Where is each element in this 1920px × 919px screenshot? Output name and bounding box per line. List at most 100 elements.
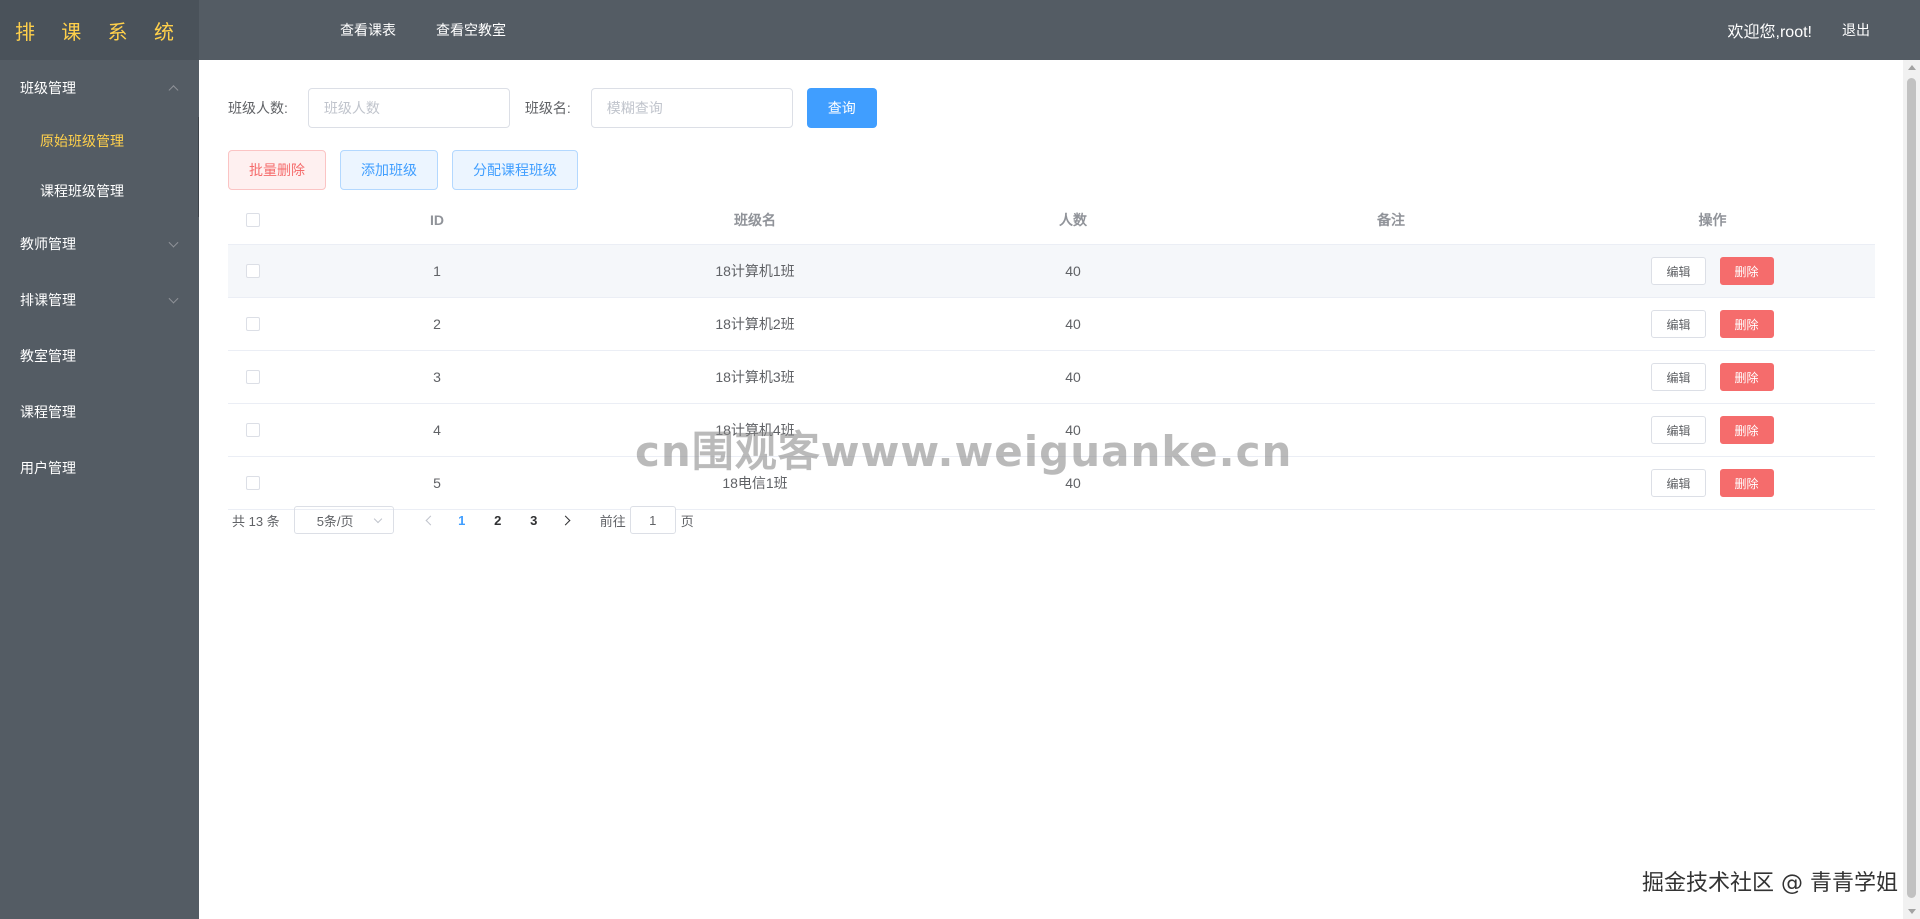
goto-suffix: 页 xyxy=(680,513,694,529)
chevron-down-icon xyxy=(168,293,179,304)
edit-button[interactable]: 编辑 xyxy=(1651,310,1706,338)
cell-count: 40 xyxy=(1065,369,1081,385)
edit-button[interactable]: 编辑 xyxy=(1651,416,1706,444)
user-area: 欢迎您,root! 退出 xyxy=(1728,0,1870,60)
welcome-text: 欢迎您,root! xyxy=(1727,24,1812,41)
class-name-input[interactable] xyxy=(590,88,793,128)
pagination: 共 13 条 5条/页 1 2 3 前往 页 xyxy=(232,506,694,534)
sidebar-item-scheduling-management[interactable]: 排课管理 xyxy=(0,272,199,328)
header-class-name: 班级名 xyxy=(734,212,776,228)
sidebar-item-user-management[interactable]: 用户管理 xyxy=(0,440,199,496)
sidebar-item-label: 班级管理 xyxy=(20,80,76,96)
cell-class-name: 18计算机4班 xyxy=(715,422,795,438)
header-count: 人数 xyxy=(1059,212,1087,228)
add-class-button[interactable]: 添加班级 xyxy=(340,150,438,190)
nav-view-schedule[interactable]: 查看课表 xyxy=(340,20,396,40)
delete-button[interactable]: 删除 xyxy=(1719,257,1774,285)
goto-page-input[interactable] xyxy=(629,506,676,534)
cell-operation: 编辑 删除 xyxy=(1550,310,1875,338)
select-all-checkbox[interactable] xyxy=(246,213,260,227)
goto-prefix: 前往 xyxy=(599,513,626,529)
table-row: 3 18计算机3班 40 编辑 删除 xyxy=(228,351,1875,404)
row-select-cell xyxy=(228,264,278,278)
sidebar-item-label: 教室管理 xyxy=(20,348,76,364)
cell-id: 3 xyxy=(433,369,441,385)
class-table: ID 班级名 人数 备注 操作 1 18计算机1班 40 编辑 删除 2 18计… xyxy=(228,196,1875,510)
sidebar-item-label: 排课管理 xyxy=(20,292,76,308)
sidebar-item-label: 课程管理 xyxy=(20,404,76,420)
sidebar-subitem-label: 课程班级管理 xyxy=(40,183,124,199)
sidebar-item-course-management[interactable]: 课程管理 xyxy=(0,384,199,440)
cell-count: 40 xyxy=(1065,475,1081,491)
cell-id: 1 xyxy=(433,263,441,279)
sidebar-subitem-label: 原始班级管理 xyxy=(40,133,124,149)
table-row: 4 18计算机4班 40 编辑 删除 xyxy=(228,404,1875,457)
edit-button[interactable]: 编辑 xyxy=(1651,363,1706,391)
query-button[interactable]: 查询 xyxy=(806,88,877,128)
cell-operation: 编辑 删除 xyxy=(1550,469,1875,497)
cell-class-name: 18电信1班 xyxy=(722,475,788,491)
row-checkbox[interactable] xyxy=(246,423,260,437)
top-nav: 查看课表 查看空教室 xyxy=(340,0,546,60)
table-header: ID 班级名 人数 备注 操作 xyxy=(228,196,1875,245)
prev-page-button[interactable] xyxy=(414,506,444,534)
cell-count: 40 xyxy=(1065,316,1081,332)
assign-course-class-button[interactable]: 分配课程班级 xyxy=(452,150,578,190)
cell-id: 5 xyxy=(433,475,441,491)
nav-view-empty-classroom[interactable]: 查看空教室 xyxy=(436,20,506,40)
next-page-button[interactable] xyxy=(552,506,582,534)
scroll-up-arrow-icon[interactable] xyxy=(1908,65,1916,70)
row-checkbox[interactable] xyxy=(246,317,260,331)
cell-operation: 编辑 删除 xyxy=(1550,257,1875,285)
page-size-value: 5条/页 xyxy=(316,513,354,529)
app-logo-text: 排 课 系 统 xyxy=(14,19,185,44)
page-number-2[interactable]: 2 xyxy=(480,506,516,534)
cell-class-name: 18计算机2班 xyxy=(715,316,795,332)
chevron-down-icon xyxy=(168,237,179,248)
sidebar-item-classroom-management[interactable]: 教室管理 xyxy=(0,328,199,384)
sidebar-subitem-original-class[interactable]: 原始班级管理 xyxy=(0,116,199,166)
edit-button[interactable]: 编辑 xyxy=(1651,257,1706,285)
sidebar-item-class-management[interactable]: 班级管理 xyxy=(0,60,199,116)
app-logo: 排 课 系 统 xyxy=(0,0,199,60)
scrollbar-thumb[interactable] xyxy=(1907,78,1916,898)
cell-class-name: 18计算机1班 xyxy=(715,263,795,279)
row-checkbox[interactable] xyxy=(246,476,260,490)
top-navbar: 排 课 系 统 查看课表 查看空教室 欢迎您,root! 退出 xyxy=(0,0,1920,60)
page-jumper: 前往 页 xyxy=(600,506,694,534)
action-toolbar: 批量删除 添加班级 分配课程班级 xyxy=(228,150,592,190)
cell-id: 2 xyxy=(433,316,441,332)
row-select-cell xyxy=(228,370,278,384)
batch-delete-button[interactable]: 批量删除 xyxy=(228,150,326,190)
chevron-down-icon xyxy=(373,514,382,524)
search-form: 班级人数: 班级名: 查询 xyxy=(228,88,877,128)
header-id: ID xyxy=(430,212,444,228)
class-size-label: 班级人数: xyxy=(228,100,288,116)
cell-id: 4 xyxy=(433,422,441,438)
page-number-1[interactable]: 1 xyxy=(444,506,480,534)
row-select-cell xyxy=(228,476,278,490)
delete-button[interactable]: 删除 xyxy=(1719,469,1774,497)
cell-count: 40 xyxy=(1065,422,1081,438)
page-number-3[interactable]: 3 xyxy=(516,506,552,534)
logout-link[interactable]: 退出 xyxy=(1842,20,1870,40)
delete-button[interactable]: 删除 xyxy=(1719,363,1774,391)
sidebar-item-label: 用户管理 xyxy=(20,460,76,476)
class-size-input[interactable] xyxy=(307,88,510,128)
sidebar-item-label: 教师管理 xyxy=(20,236,76,252)
row-checkbox[interactable] xyxy=(246,370,260,384)
page-size-select[interactable]: 5条/页 xyxy=(293,506,394,534)
scroll-down-arrow-icon[interactable] xyxy=(1908,909,1916,914)
table-row: 2 18计算机2班 40 编辑 删除 xyxy=(228,298,1875,351)
vertical-scrollbar[interactable] xyxy=(1903,60,1920,919)
cell-operation: 编辑 删除 xyxy=(1550,416,1875,444)
edit-button[interactable]: 编辑 xyxy=(1651,469,1706,497)
sidebar-subitem-course-class[interactable]: 课程班级管理 xyxy=(0,166,199,216)
row-select-cell xyxy=(228,423,278,437)
delete-button[interactable]: 删除 xyxy=(1719,310,1774,338)
row-checkbox[interactable] xyxy=(246,264,260,278)
sidebar-item-teacher-management[interactable]: 教师管理 xyxy=(0,216,199,272)
chevron-right-icon xyxy=(560,515,571,525)
table-row: 5 18电信1班 40 编辑 删除 xyxy=(228,457,1875,510)
delete-button[interactable]: 删除 xyxy=(1719,416,1774,444)
